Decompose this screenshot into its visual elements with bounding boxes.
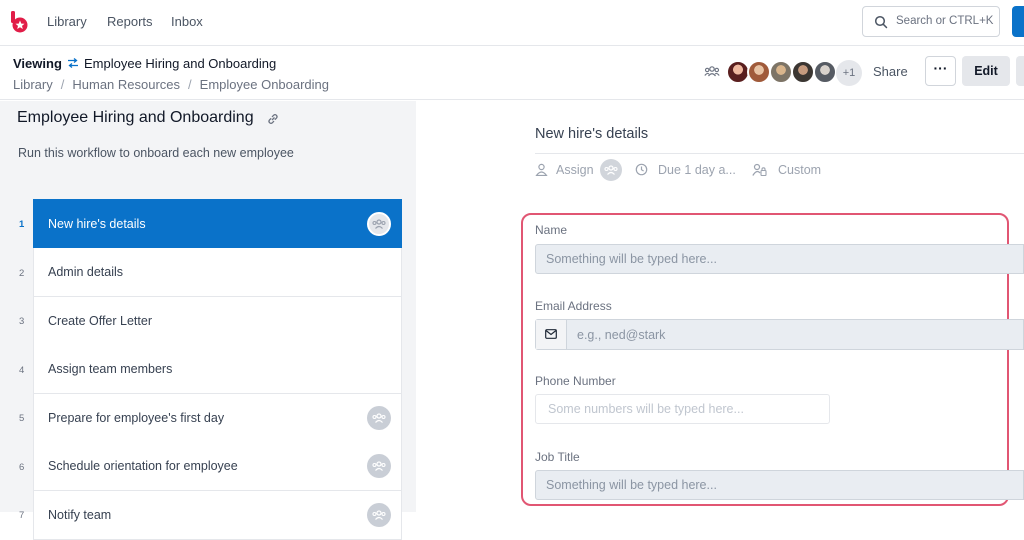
clock-icon (635, 163, 648, 176)
breadcrumb-library[interactable]: Library (13, 77, 53, 92)
step-label: Schedule orientation for employee (48, 459, 238, 473)
workflow-description: Run this workflow to onboard each new em… (18, 146, 294, 160)
workflow-header: Viewing Employee Hiring and Onboarding L… (0, 47, 1024, 100)
phone-field-label: Phone Number (535, 374, 616, 388)
task-title[interactable]: New hire's details (535, 126, 648, 142)
mail-icon-box (536, 320, 567, 349)
top-nav: Library Reports Inbox Search or CTRL+K (0, 0, 1024, 46)
assignees-icon[interactable] (367, 503, 391, 527)
email-placeholder: e.g., ned@stark (577, 328, 666, 342)
step-item-admin-details[interactable]: Admin details (33, 248, 402, 297)
step-label: Assign team members (48, 362, 173, 376)
workflow-title: Employee Hiring and Onboarding (84, 56, 277, 71)
step-label: Admin details (48, 265, 124, 279)
breadcrumb-separator: / (60, 77, 65, 92)
email-field-label: Email Address (535, 299, 612, 313)
step-label: Prepare for employee's first day (48, 411, 225, 425)
mail-icon (545, 329, 557, 339)
task-detail-panel: New hire's details Assign Due 1 day a...… (416, 101, 1024, 512)
assign-button[interactable]: Assign (556, 163, 594, 177)
assignees-icon[interactable] (367, 212, 391, 236)
step-item-notify-team[interactable]: Notify team (33, 491, 402, 540)
name-field-label: Name (535, 223, 568, 237)
divider (535, 153, 1024, 154)
step-item-schedule-orientation[interactable]: Schedule orientation for employee (33, 442, 402, 491)
step-label: Create Offer Letter (48, 314, 152, 328)
avatar[interactable] (813, 60, 837, 84)
workflow-name: Employee Hiring and Onboarding (17, 109, 254, 126)
link-icon[interactable] (266, 112, 280, 126)
viewing-label: Viewing (13, 56, 62, 71)
step-number: 5 (19, 413, 25, 424)
step-number: 4 (19, 365, 25, 376)
share-button[interactable]: Share (873, 64, 908, 79)
email-field[interactable]: e.g., ned@stark (535, 319, 1024, 350)
more-options-button[interactable]: ··· (925, 56, 956, 86)
breadcrumb-human-resources[interactable]: Human Resources (72, 77, 180, 92)
nav-library-link[interactable]: Library (47, 14, 87, 29)
phone-field[interactable]: Some numbers will be typed here... (535, 394, 830, 424)
group-icon[interactable] (704, 65, 720, 77)
step-item-prepare-first-day[interactable]: Prepare for employee's first day (33, 394, 402, 443)
job-title-field-label: Job Title (535, 450, 580, 464)
search-placeholder: Search or CTRL+K (896, 15, 994, 27)
step-label: Notify team (48, 508, 112, 522)
edit-button[interactable]: Edit (962, 56, 1010, 86)
primary-action-button[interactable] (1012, 6, 1024, 37)
breadcrumb-separator: / (188, 77, 192, 92)
step-number: 2 (19, 268, 25, 279)
user-lock-icon (752, 163, 767, 176)
step-number: 6 (19, 462, 25, 473)
step-item-assign-team-members[interactable]: Assign team members (33, 345, 402, 394)
workflow-outline-panel: Employee Hiring and Onboarding Run this … (0, 101, 416, 540)
search-icon (874, 15, 888, 29)
assignees-icon[interactable] (367, 406, 391, 430)
assignees-icon[interactable] (367, 454, 391, 478)
step-number: 1 (19, 219, 25, 230)
app-logo-icon[interactable] (10, 11, 28, 33)
breadcrumb: Library / Human Resources / Employee Onboard… (13, 77, 329, 92)
step-item-new-hires-details[interactable]: New hire's details (33, 199, 402, 248)
avatar[interactable] (747, 60, 771, 84)
nav-inbox-link[interactable]: Inbox (171, 14, 203, 29)
avatar[interactable] (769, 60, 793, 84)
step-number: 3 (19, 316, 25, 327)
due-date-button[interactable]: Due 1 day a... (658, 163, 736, 177)
workflow-icon (68, 57, 78, 69)
user-icon (535, 163, 548, 176)
breadcrumb-employee-onboarding[interactable]: Employee Onboarding (200, 77, 329, 92)
nav-reports-link[interactable]: Reports (107, 14, 153, 29)
name-field[interactable]: Something will be typed here... (535, 244, 1024, 274)
extra-members-badge[interactable]: +1 (836, 60, 862, 86)
step-label: New hire's details (48, 217, 146, 231)
custom-permissions-button[interactable]: Custom (778, 163, 821, 177)
step-item-create-offer-letter[interactable]: Create Offer Letter (33, 297, 402, 346)
search-input[interactable]: Search or CTRL+K (862, 6, 1000, 37)
assignees-icon[interactable] (600, 159, 622, 181)
avatar[interactable] (791, 60, 815, 84)
overflow-button[interactable] (1016, 56, 1024, 86)
job-title-field[interactable]: Something will be typed here... (535, 470, 1024, 500)
